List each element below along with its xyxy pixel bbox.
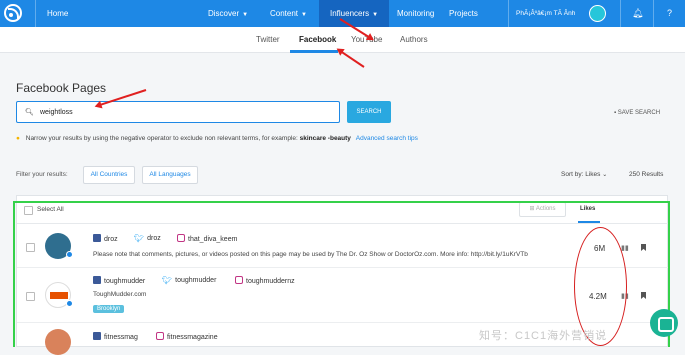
page-title: Facebook Pages <box>16 81 107 95</box>
hint-example: skincare -beauty <box>299 135 351 142</box>
chat-button[interactable] <box>650 309 678 337</box>
search-input[interactable]: 🔍︎ weightloss <box>16 101 340 123</box>
save-search-button[interactable]: ▪︎ SAVE SEARCH <box>614 110 660 116</box>
nav-home[interactable]: Home <box>47 9 68 18</box>
lightbulb-icon: ● <box>16 135 20 142</box>
advanced-search-tips-link[interactable]: Advanced search tips <box>356 135 418 142</box>
sort-label: Sort by: Likes <box>561 171 601 178</box>
language-filter-button[interactable]: All Languages <box>142 166 198 184</box>
nav-monitoring[interactable]: Monitoring <box>397 9 434 18</box>
nav-influencers-label: Influencers <box>330 9 370 18</box>
nav-content[interactable]: Content ▼ <box>270 9 307 18</box>
user-avatar[interactable] <box>589 5 606 22</box>
help-icon[interactable]: ? <box>667 8 672 18</box>
search-icon: 🔍︎ <box>25 109 34 116</box>
app-logo-icon[interactable] <box>4 4 22 22</box>
tab-authors[interactable]: Authors <box>400 35 428 44</box>
filter-label: Filter your results: <box>16 171 68 178</box>
nav-discover-label: Discover <box>208 9 240 18</box>
chevron-down-icon: ⌄ <box>602 172 608 178</box>
watermark: 知号：C1C1海外营销说 <box>479 330 608 342</box>
user-name[interactable]: PhÃ¡Âºâ€¡m TÃ Â­nh <box>516 10 575 17</box>
nav-discover[interactable]: Discover ▼ <box>208 9 248 18</box>
chevron-down-icon: ▼ <box>242 12 249 18</box>
divider <box>35 0 36 27</box>
chevron-down-icon: ▼ <box>301 12 307 18</box>
bell-icon[interactable]: 🔔︎ <box>632 8 643 19</box>
save-search-label: SAVE SEARCH <box>617 110 661 116</box>
highlight-box <box>13 201 670 347</box>
divider <box>653 0 654 27</box>
search-hint: ● Narrow your results by using the negat… <box>16 135 418 142</box>
sort-dropdown[interactable]: Sort by: Likes ⌄ <box>561 171 607 178</box>
tab-twitter[interactable]: Twitter <box>256 35 280 44</box>
country-filter-button[interactable]: All Countries <box>83 166 135 184</box>
tab-facebook[interactable]: Facebook <box>299 35 336 44</box>
chevron-down-icon: ▼ <box>372 12 379 18</box>
results-count: 250 Results <box>629 171 664 178</box>
divider <box>620 0 621 27</box>
active-tab-underline <box>290 50 338 53</box>
divider <box>508 0 509 27</box>
search-value: weightloss <box>40 109 73 116</box>
hint-text: Narrow your results by using the negativ… <box>25 135 298 142</box>
nav-projects[interactable]: Projects <box>449 9 478 18</box>
nav-content-label: Content <box>270 9 299 18</box>
top-navigation-bar: Home Discover ▼ Content ▼ Influencers ▼ Mon… <box>0 0 685 27</box>
nav-influencers[interactable]: Influencers ▼ <box>330 9 378 18</box>
search-button[interactable]: SEARCH <box>347 101 391 123</box>
